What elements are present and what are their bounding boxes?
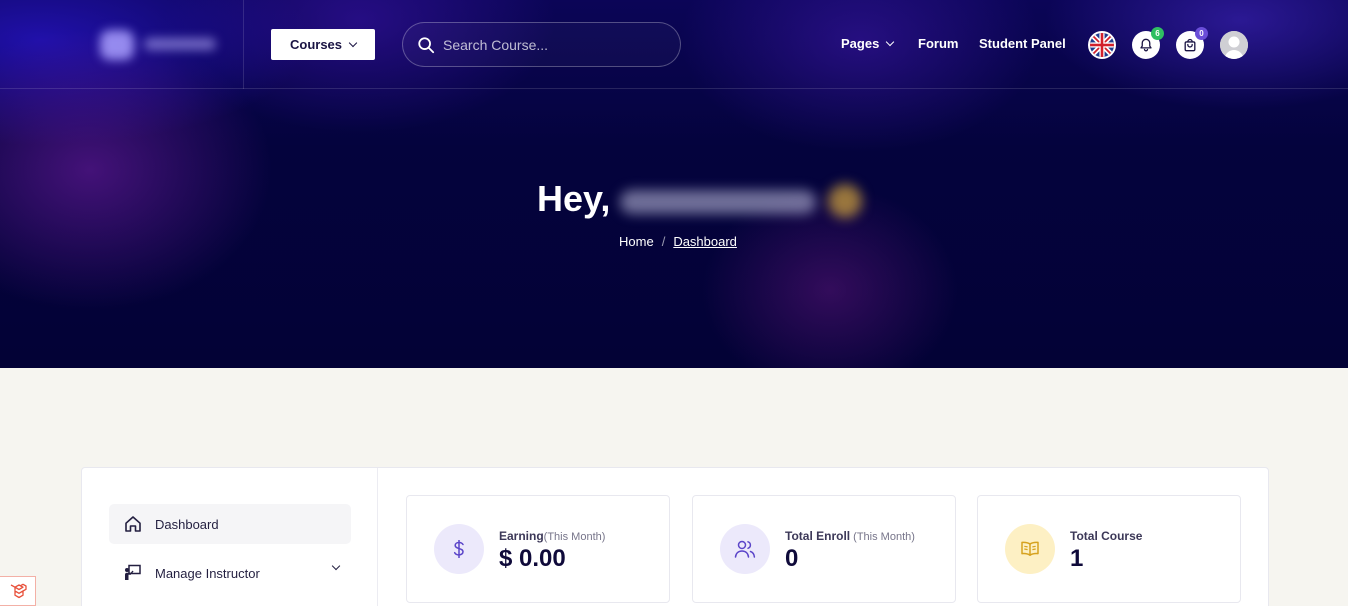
chevron-down-icon: [886, 37, 895, 46]
courses-label: Courses: [289, 37, 343, 52]
sidebar-item-manage-instructor[interactable]: Manage Instructor: [109, 553, 351, 593]
cart-count-badge: 0: [1195, 27, 1208, 40]
breadcrumb: Home / Dashboard: [619, 234, 737, 249]
book-icon: [1005, 524, 1055, 574]
logo-area: [0, 0, 244, 89]
greeting-heading: Hey,: [537, 178, 611, 219]
sidebar-item-label: Manage Instructor: [155, 565, 260, 581]
stat-title: Earning: [499, 529, 544, 543]
notification-count-badge: 6: [1151, 27, 1164, 40]
top-navigation-bar: Courses Pages Forum Student Panel: [0, 0, 1348, 89]
stat-label: Total Course: [1070, 529, 1142, 543]
user-avatar-button[interactable]: [1220, 31, 1248, 59]
stat-period: (This Month): [543, 531, 606, 543]
nav-student-panel[interactable]: Student Panel: [979, 36, 1066, 51]
courses-dropdown-button[interactable]: Courses: [271, 29, 375, 60]
sidebar-item-label: Dashboard: [155, 516, 219, 532]
nav-pages-label: Pages: [841, 36, 880, 51]
stat-card-earning: Earning(This Month) $ 0.00: [406, 495, 670, 603]
nav-forum[interactable]: Forum: [918, 36, 958, 51]
logo-mark: [100, 30, 134, 60]
stat-value: 0: [785, 545, 799, 572]
stat-card-total-enroll: Total Enroll (This Month) 0: [692, 495, 956, 603]
language-flag-button[interactable]: [1088, 31, 1116, 59]
blurred-user-name: [616, 180, 868, 224]
stat-label: Total Enroll (This Month): [785, 529, 915, 543]
dollar-icon: [434, 524, 484, 574]
shopping-bag-icon: [1184, 38, 1196, 52]
breadcrumb-current[interactable]: Dashboard: [673, 234, 737, 249]
stat-period: (This Month): [850, 531, 915, 543]
users-icon: [720, 524, 770, 574]
sidebar-item-dashboard[interactable]: Dashboard: [109, 504, 351, 544]
chevron-down-icon: [348, 38, 358, 47]
nav-pages[interactable]: Pages: [841, 36, 895, 51]
sidebar: Dashboard Manage Instructor: [82, 468, 378, 606]
stat-title: Total Enroll: [785, 529, 851, 543]
instructor-icon: [125, 564, 141, 580]
search-box[interactable]: [402, 22, 681, 67]
stat-card-total-course: Total Course 1: [977, 495, 1241, 603]
home-icon: [125, 516, 141, 532]
blurred-name-text: [620, 190, 816, 214]
stat-label: Earning(This Month): [499, 529, 605, 543]
breadcrumb-home[interactable]: Home: [619, 234, 654, 249]
breadcrumb-separator: /: [661, 234, 666, 249]
uk-flag-icon: [1090, 33, 1114, 57]
search-icon[interactable]: [417, 36, 435, 54]
wave-emoji-icon: [828, 184, 862, 218]
laravel-debugbar-icon[interactable]: [0, 576, 36, 606]
chevron-down-icon: [331, 561, 341, 571]
hero-banner: Courses Pages Forum Student Panel: [0, 0, 1348, 368]
avatar-icon: [1220, 31, 1248, 59]
stat-value: 1: [1070, 545, 1084, 572]
search-input[interactable]: [443, 33, 668, 57]
cart-button[interactable]: 0: [1176, 27, 1208, 59]
stat-value: $ 0.00: [499, 545, 566, 572]
logo-wordmark: [144, 38, 216, 50]
notifications-button[interactable]: 6: [1132, 27, 1164, 59]
stat-title: Total Course: [1070, 529, 1143, 543]
site-logo[interactable]: [100, 28, 220, 62]
bell-icon: [1140, 38, 1152, 52]
dashboard-panel: Dashboard Manage Instructor Earning(This…: [81, 467, 1269, 606]
